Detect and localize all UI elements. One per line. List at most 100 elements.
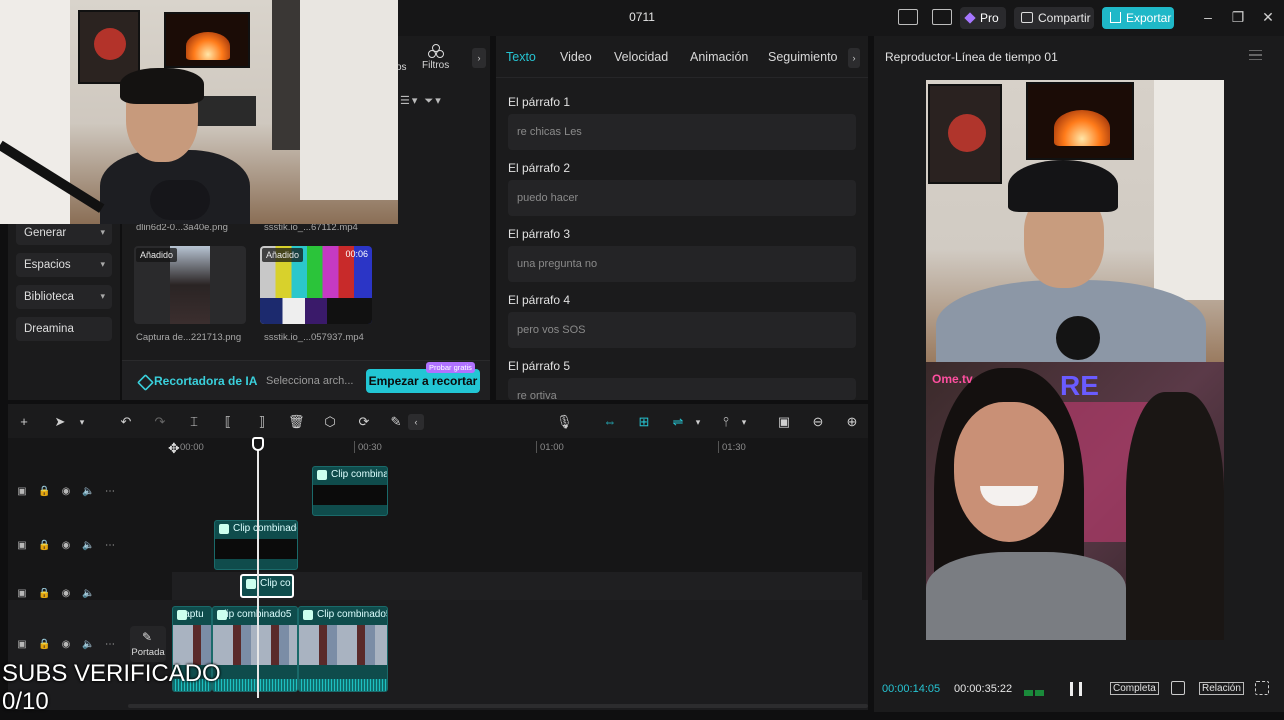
timeline-clip-selected[interactable]: Clip co (240, 574, 294, 598)
paragraph-input[interactable]: re chicas Les (508, 114, 856, 150)
playhead[interactable] (257, 438, 259, 698)
snapshot-icon[interactable] (1171, 681, 1185, 695)
ruler-label: 00:00 (180, 442, 204, 453)
volume-icon[interactable]: 🔈 (82, 486, 94, 498)
track-thumb-icon[interactable]: ▣ (16, 588, 28, 598)
fullscreen-icon[interactable] (1255, 681, 1269, 695)
preview-video-bottom[interactable]: Ome.tv RE (926, 362, 1224, 640)
maximize-icon[interactable]: ❐ (1229, 8, 1247, 26)
track-thumb-icon[interactable]: ▣ (16, 639, 28, 651)
timeline-clip[interactable]: Clip combinado (214, 520, 298, 570)
link-icon[interactable]: ⇔ (602, 414, 618, 430)
video-person-cap (1008, 160, 1118, 212)
sidebar-item-biblioteca[interactable]: Biblioteca ▾ (16, 285, 112, 309)
tab-animacion[interactable]: Animación (690, 50, 748, 64)
volume-icon[interactable]: 🔈 (82, 639, 94, 651)
clip-body (313, 485, 387, 505)
pause-button[interactable] (1070, 682, 1082, 696)
cover-button[interactable]: Portada (130, 626, 166, 662)
media-item-video[interactable]: Añadido 00:06 (260, 246, 372, 324)
ratio-button[interactable]: Relación (1199, 682, 1244, 695)
timeline-clip[interactable]: Clip combinado (312, 466, 388, 516)
shield-icon[interactable]: ⬡ (322, 414, 338, 430)
eye-icon[interactable]: ◉ (60, 639, 72, 651)
sidebar-item-label: Generar (24, 227, 67, 239)
sidebar-item-espacios[interactable]: Espacios ▾ (16, 253, 112, 277)
add-icon[interactable]: + (16, 414, 32, 430)
toolbar-collapse-arrow[interactable]: ‹ (408, 414, 424, 430)
media-item-label: ssstik.io_...057937.mp4 (264, 332, 364, 343)
keyboard-icon[interactable] (932, 9, 952, 25)
crop-icon[interactable]: ⟳ (356, 414, 372, 430)
microphone-icon[interactable]: 🎙 (556, 414, 573, 430)
paragraph-input[interactable]: pero vos SOS (508, 312, 856, 348)
share-label: Compartir (1038, 11, 1091, 25)
tab-velocidad[interactable]: Velocidad (614, 50, 668, 64)
lock-icon[interactable]: 🔒 (38, 639, 50, 651)
more-icon[interactable]: ⋯ (104, 639, 116, 651)
video-door (1154, 80, 1224, 300)
paragraph-input[interactable]: puedo hacer (508, 180, 856, 216)
tabs-next-arrow[interactable]: › (472, 48, 486, 68)
align-icon[interactable]: ⫯ (718, 414, 734, 430)
pro-button[interactable]: Pro (960, 7, 1006, 29)
full-quality-button[interactable]: Completa (1110, 682, 1159, 695)
track-thumb-icon[interactable]: ▣ (16, 540, 28, 552)
paragraph-input[interactable]: una pregunta no (508, 246, 856, 282)
timeline-clip[interactable]: Clip combinado5 (212, 606, 298, 692)
timeline-clip[interactable]: Clip combinado5 (298, 606, 388, 692)
chevron-down-icon[interactable]: ▾ (690, 414, 706, 430)
zoom-out-icon[interactable]: ⊖ (810, 414, 826, 430)
track-thumb-icon[interactable]: ▣ (16, 486, 28, 498)
volume-icon[interactable]: 🔈 (82, 540, 94, 552)
more-icon[interactable]: ⋯ (104, 486, 116, 498)
close-icon[interactable]: ✕ (1259, 8, 1277, 26)
zoom-in-icon[interactable]: ⊕ (844, 414, 860, 430)
select-tool-icon[interactable]: ➤ (52, 414, 68, 430)
timeline-scrollbar[interactable] (128, 704, 868, 708)
tab-texto[interactable]: Texto (506, 50, 536, 64)
paragraph-input[interactable]: re ortiva (508, 378, 856, 400)
layout-icon[interactable] (898, 9, 918, 25)
lock-icon[interactable]: 🔒 (38, 540, 50, 552)
media-item-screenshot[interactable]: Añadido (134, 246, 246, 324)
lock-icon[interactable]: 🔒 (38, 588, 50, 598)
export-button[interactable]: Exportar (1102, 7, 1174, 29)
pen-icon[interactable]: ✎ (388, 414, 404, 430)
share-button[interactable]: Compartir (1014, 7, 1094, 29)
preview-icon[interactable]: ▣ (776, 414, 792, 430)
tab-video[interactable]: Video (560, 50, 592, 64)
cover-label: Portada (131, 647, 165, 658)
lock-icon[interactable]: 🔒 (38, 486, 50, 498)
chevron-down-icon: ▾ (100, 259, 105, 269)
sidebar-item-dreamina[interactable]: Dreamina (16, 317, 112, 341)
undo-icon[interactable]: ↶ (118, 414, 134, 430)
chevron-down-icon[interactable]: ▾ (736, 414, 752, 430)
time-ruler[interactable]: 00:00 00:30 01:00 01:30 (8, 438, 868, 458)
tabs-next-arrow[interactable]: › (848, 48, 860, 68)
sort-icons[interactable]: ☰▾ ⏷▾ (400, 94, 443, 108)
more-icon[interactable]: ⋯ (104, 540, 116, 552)
eye-icon[interactable]: ◉ (60, 588, 72, 598)
redo-icon[interactable]: ↷ (152, 414, 168, 430)
trim-right-icon[interactable]: ⟧ (254, 414, 270, 430)
preview-video-top[interactable] (926, 80, 1224, 362)
tab-seguimiento[interactable]: Seguimiento (768, 50, 838, 64)
properties-panel: Texto Video Velocidad Animación Seguimie… (496, 36, 868, 400)
delete-icon[interactable]: 🗑 (288, 414, 305, 430)
video-poster (928, 84, 1002, 184)
split-icon[interactable]: ⌶ (186, 414, 202, 430)
magnet-icon[interactable]: ⊞ (636, 414, 652, 430)
chevron-down-icon[interactable]: ▾ (74, 414, 90, 430)
sidebar-item-generar[interactable]: Generar ▾ (16, 221, 112, 245)
eye-icon[interactable]: ◉ (60, 540, 72, 552)
playhead-handle[interactable] (252, 437, 264, 451)
menu-icon[interactable] (1249, 50, 1262, 60)
snap-icon[interactable]: ⇌ (670, 414, 686, 430)
trim-left-icon[interactable]: ⟦ (220, 414, 236, 430)
eye-icon[interactable]: ◉ (60, 486, 72, 498)
volume-icon[interactable]: 🔈 (82, 588, 94, 598)
minimize-icon[interactable]: – (1199, 8, 1217, 26)
tab-filters[interactable]: Filtros (422, 44, 449, 71)
ai-cutter-select[interactable]: Selecciona arch... (266, 375, 353, 387)
